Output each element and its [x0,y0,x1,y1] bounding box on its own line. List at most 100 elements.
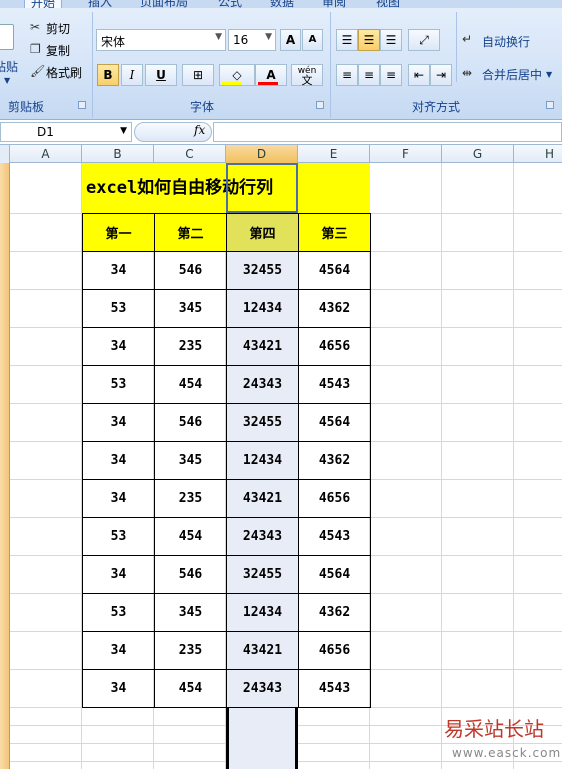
table-cell[interactable]: 546 [154,555,227,594]
align-left-button[interactable]: ≡ [336,64,358,86]
table-cell[interactable]: 4564 [298,251,371,290]
table-cell[interactable]: 345 [154,289,227,328]
table-cell[interactable]: 24343 [226,669,299,708]
table-cell[interactable]: 345 [154,593,227,632]
table-cell[interactable]: 53 [82,365,155,404]
table-cell[interactable]: 43421 [226,631,299,670]
alignment-launcher-icon[interactable] [546,101,554,109]
header-cell[interactable]: 第一 [82,213,155,252]
name-box[interactable]: D1 ▼ [0,122,132,142]
table-cell[interactable]: 12434 [226,593,299,632]
table-cell[interactable]: 34 [82,669,155,708]
font-size-select[interactable]: 16 ▼ [228,29,276,51]
paste-chevron-icon[interactable]: ▼ [4,76,10,85]
table-cell[interactable]: 53 [82,289,155,328]
table-cell[interactable]: 546 [154,251,227,290]
table-cell[interactable]: 4656 [298,631,371,670]
increase-indent-button[interactable]: ⇥ [430,64,452,86]
table-cell[interactable]: 24343 [226,365,299,404]
table-cell[interactable]: 53 [82,593,155,632]
copy-button[interactable]: 复制 [46,42,70,59]
bold-button[interactable]: B [97,64,119,86]
underline-button[interactable]: U [145,64,177,86]
align-center-button[interactable]: ≡ [358,64,380,86]
table-cell[interactable]: 546 [154,403,227,442]
header-cell[interactable]: 第二 [154,213,227,252]
clipboard-launcher-icon[interactable] [78,101,86,109]
align-top-button[interactable]: ☰ [336,29,358,51]
table-cell[interactable]: 34 [82,631,155,670]
sheet-title-cell[interactable]: excel如何自由移动行列 [82,163,370,213]
tab-review[interactable]: 审阅 [322,0,346,8]
align-right-button[interactable]: ≡ [380,64,402,86]
table-cell[interactable]: 4543 [298,517,371,556]
table-cell[interactable]: 34 [82,327,155,366]
decrease-indent-button[interactable]: ⇤ [408,64,430,86]
merge-center-button[interactable]: 合并后居中 [482,66,542,83]
format-painter-button[interactable]: 格式刷 [46,64,82,81]
orientation-button[interactable]: ⤢ [408,29,440,51]
table-cell[interactable]: 345 [154,441,227,480]
table-cell[interactable]: 235 [154,327,227,366]
header-cell[interactable]: 第三 [298,213,371,252]
column-header-a[interactable]: A [10,145,82,163]
column-header-c[interactable]: C [154,145,226,163]
table-cell[interactable]: 4564 [298,403,371,442]
table-cell[interactable]: 34 [82,403,155,442]
tab-page-layout[interactable]: 页面布局 [140,0,188,8]
table-cell[interactable]: 43421 [226,327,299,366]
table-cell[interactable]: 53 [82,517,155,556]
table-cell[interactable]: 32455 [226,555,299,594]
column-header-h[interactable]: H [514,145,562,163]
worksheet[interactable]: excel如何自由移动行列 第一 第二 第四 第三 34 546 32455 4564… [10,163,562,769]
table-cell[interactable]: 4543 [298,669,371,708]
grow-font-button[interactable]: A [280,29,301,51]
table-cell[interactable]: 4362 [298,593,371,632]
table-cell[interactable]: 43421 [226,479,299,518]
table-cell[interactable]: 454 [154,669,227,708]
table-cell[interactable]: 32455 [226,403,299,442]
phonetic-button[interactable]: wén 文 [291,64,323,86]
column-header-f[interactable]: F [370,145,442,163]
align-bottom-button[interactable]: ☰ [380,29,402,51]
header-cell[interactable]: 第四 [226,213,299,252]
table-cell[interactable]: 34 [82,441,155,480]
shrink-font-button[interactable]: A [302,29,323,51]
paste-icon[interactable] [0,24,14,50]
formula-input[interactable] [213,122,562,142]
table-cell[interactable]: 4564 [298,555,371,594]
wrap-text-button[interactable]: 自动换行 [482,33,530,50]
font-name-select[interactable]: 宋体 ▼ [96,29,226,51]
tab-home[interactable]: 开始 [24,0,63,8]
table-cell[interactable]: 32455 [226,251,299,290]
table-cell[interactable]: 24343 [226,517,299,556]
merge-chevron-icon[interactable]: ▼ [546,70,552,79]
row-headers[interactable] [0,163,10,769]
table-cell[interactable]: 12434 [226,289,299,328]
column-header-g[interactable]: G [442,145,514,163]
align-middle-button[interactable]: ☰ [358,29,380,51]
italic-button[interactable]: I [121,64,143,86]
table-cell[interactable]: 34 [82,479,155,518]
table-cell[interactable]: 235 [154,479,227,518]
table-cell[interactable]: 4656 [298,479,371,518]
column-header-e[interactable]: E [298,145,370,163]
table-cell[interactable]: 4543 [298,365,371,404]
font-launcher-icon[interactable] [316,101,324,109]
tab-view[interactable]: 视图 [376,0,400,8]
table-cell[interactable]: 454 [154,365,227,404]
table-cell[interactable]: 235 [154,631,227,670]
table-cell[interactable]: 4362 [298,289,371,328]
tab-insert[interactable]: 插入 [88,0,112,8]
column-header-b[interactable]: B [82,145,154,163]
table-cell[interactable]: 4656 [298,327,371,366]
table-cell[interactable]: 34 [82,251,155,290]
table-cell[interactable]: 12434 [226,441,299,480]
table-cell[interactable]: 4362 [298,441,371,480]
column-header-d[interactable]: D [226,145,298,163]
table-cell[interactable]: 34 [82,555,155,594]
tab-data[interactable]: 数据 [270,0,294,8]
cut-button[interactable]: 剪切 [46,20,70,37]
select-all-corner[interactable] [0,145,10,163]
insert-function-icon[interactable]: fx [194,123,205,137]
